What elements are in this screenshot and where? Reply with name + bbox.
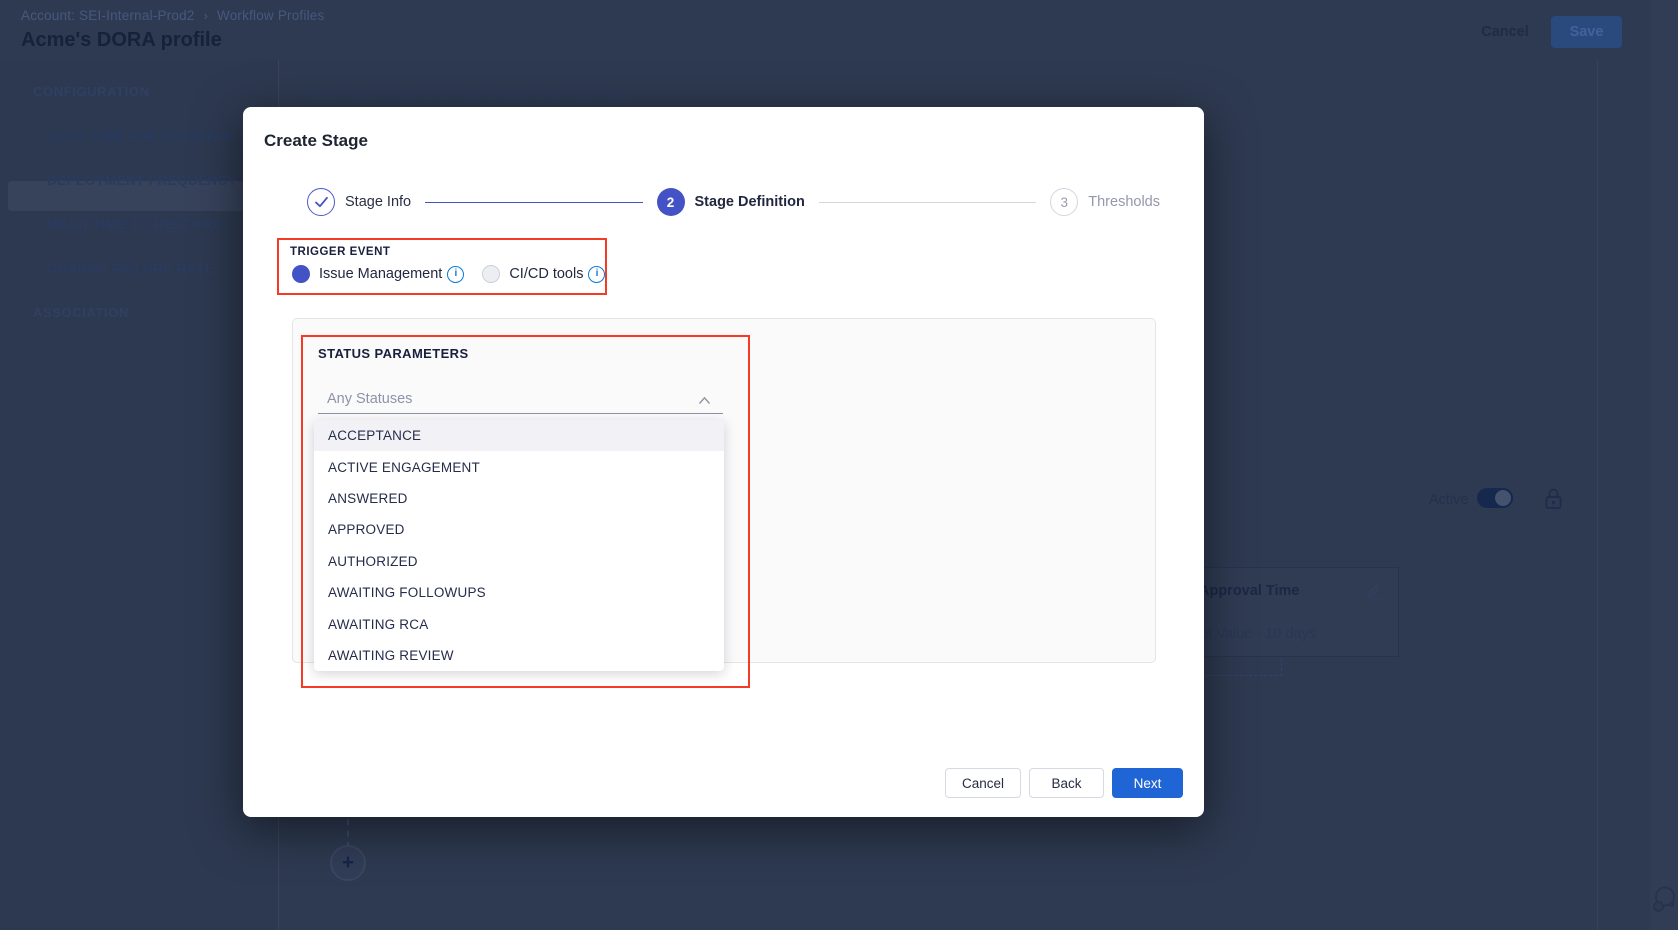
sidebar-item-mean-time-to-restore[interactable]: MEAN TIME TO RESTORE bbox=[47, 217, 222, 232]
status-option[interactable]: ACCEPTANCE bbox=[314, 420, 724, 451]
radio-issue-management-label[interactable]: Issue Management bbox=[319, 266, 442, 282]
step2-circle[interactable]: 2 bbox=[657, 188, 685, 216]
toggle-knob bbox=[1495, 490, 1511, 506]
info-icon[interactable]: i bbox=[447, 266, 464, 283]
edit-pencil-icon[interactable] bbox=[1366, 582, 1383, 599]
scrollbar-track[interactable] bbox=[1650, 0, 1678, 930]
breadcrumb: Account: SEI-Internal-Prod2 › Workflow Pro… bbox=[21, 8, 324, 23]
note-text: Note: A task could be a new feature, sto… bbox=[303, 86, 632, 102]
stepper: Stage Info 2 Stage Definition 3 Threshol… bbox=[307, 188, 1160, 216]
app-window: Account: SEI-Internal-Prod2 › Workflow Pro… bbox=[0, 0, 1678, 930]
sidebar-item-change-failure-rate[interactable]: CHANGE FAILURE RATE bbox=[47, 261, 214, 276]
status-option[interactable]: ACTIVE ENGAGEMENT bbox=[314, 451, 724, 482]
step3-label[interactable]: Thresholds bbox=[1088, 194, 1160, 210]
active-toggle[interactable] bbox=[1477, 488, 1513, 508]
status-parameters-heading: STATUS PARAMETERS bbox=[318, 346, 469, 361]
status-option[interactable]: ANSWERED bbox=[314, 483, 724, 514]
modal-back-button[interactable]: Back bbox=[1029, 768, 1104, 798]
breadcrumb-account[interactable]: Account: SEI-Internal-Prod2 bbox=[21, 8, 194, 23]
status-option[interactable]: AWAITING RCA bbox=[314, 608, 724, 639]
radio-cicd-tools-label[interactable]: CI/CD tools bbox=[509, 266, 583, 282]
create-stage-modal: Create Stage Stage Info 2 Stage Definiti… bbox=[243, 107, 1204, 817]
step1-circle[interactable] bbox=[307, 188, 335, 216]
approval-time-title: Approval Time bbox=[1199, 583, 1299, 599]
header-cancel-button[interactable]: Cancel bbox=[1468, 16, 1542, 48]
step-connector-todo bbox=[819, 202, 1036, 203]
status-select-placeholder: Any Statuses bbox=[327, 391, 412, 407]
active-toggle-label: Active bbox=[1429, 492, 1469, 508]
modal-next-button[interactable]: Next bbox=[1112, 768, 1183, 798]
header-save-button[interactable]: Save bbox=[1551, 16, 1622, 48]
breadcrumb-workflow-profiles[interactable]: Workflow Profiles bbox=[217, 8, 324, 23]
modal-title: Create Stage bbox=[264, 131, 368, 151]
radio-issue-management[interactable] bbox=[292, 265, 310, 283]
add-stage-button[interactable]: + bbox=[330, 845, 366, 881]
trigger-event-heading: TRIGGER EVENT bbox=[290, 246, 390, 258]
status-option[interactable]: AUTHORIZED bbox=[314, 546, 724, 577]
trigger-event-options: Issue Management i CI/CD tools i bbox=[292, 264, 605, 284]
breadcrumb-chevron-icon: › bbox=[203, 8, 208, 23]
lock-icon bbox=[1544, 487, 1563, 511]
step-connector-done bbox=[425, 202, 642, 203]
step2-label[interactable]: Stage Definition bbox=[695, 194, 805, 210]
status-option[interactable]: APPROVED bbox=[314, 514, 724, 545]
help-chat-icon[interactable] bbox=[1650, 884, 1678, 916]
info-icon[interactable]: i bbox=[588, 266, 605, 283]
status-option[interactable]: AWAITING REVIEW bbox=[314, 640, 724, 671]
step3-circle[interactable]: 3 bbox=[1050, 188, 1078, 216]
status-option[interactable]: AWAITING FOLLOWUPS bbox=[314, 577, 724, 608]
plus-icon: + bbox=[342, 851, 354, 874]
check-icon bbox=[314, 196, 329, 208]
modal-cancel-button[interactable]: Cancel bbox=[945, 768, 1021, 798]
sidebar: CONFIGURATION LEAD TIME FOR CHANGES DEPL… bbox=[0, 60, 279, 930]
step1-label[interactable]: Stage Info bbox=[345, 194, 411, 210]
sidebar-section-configuration: CONFIGURATION bbox=[33, 84, 150, 99]
page-title: Acme's DORA profile bbox=[21, 29, 222, 52]
modal-footer: Cancel Back Next bbox=[945, 768, 1183, 798]
content-divider bbox=[1597, 60, 1598, 930]
sidebar-item-deployment-frequency[interactable]: DEPLOYMENT FREQUENCY bbox=[47, 173, 237, 188]
sidebar-section-association[interactable]: ASSOCIATION bbox=[33, 305, 129, 320]
radio-cicd-tools[interactable] bbox=[482, 265, 500, 283]
status-dropdown: ACCEPTANCE ACTIVE ENGAGEMENT ANSWERED AP… bbox=[314, 420, 724, 671]
chevron-up-icon[interactable] bbox=[698, 396, 711, 405]
sidebar-item-lead-time-for-changes[interactable]: LEAD TIME FOR CHANGES bbox=[47, 129, 232, 144]
status-select[interactable]: Any Statuses bbox=[318, 389, 723, 414]
